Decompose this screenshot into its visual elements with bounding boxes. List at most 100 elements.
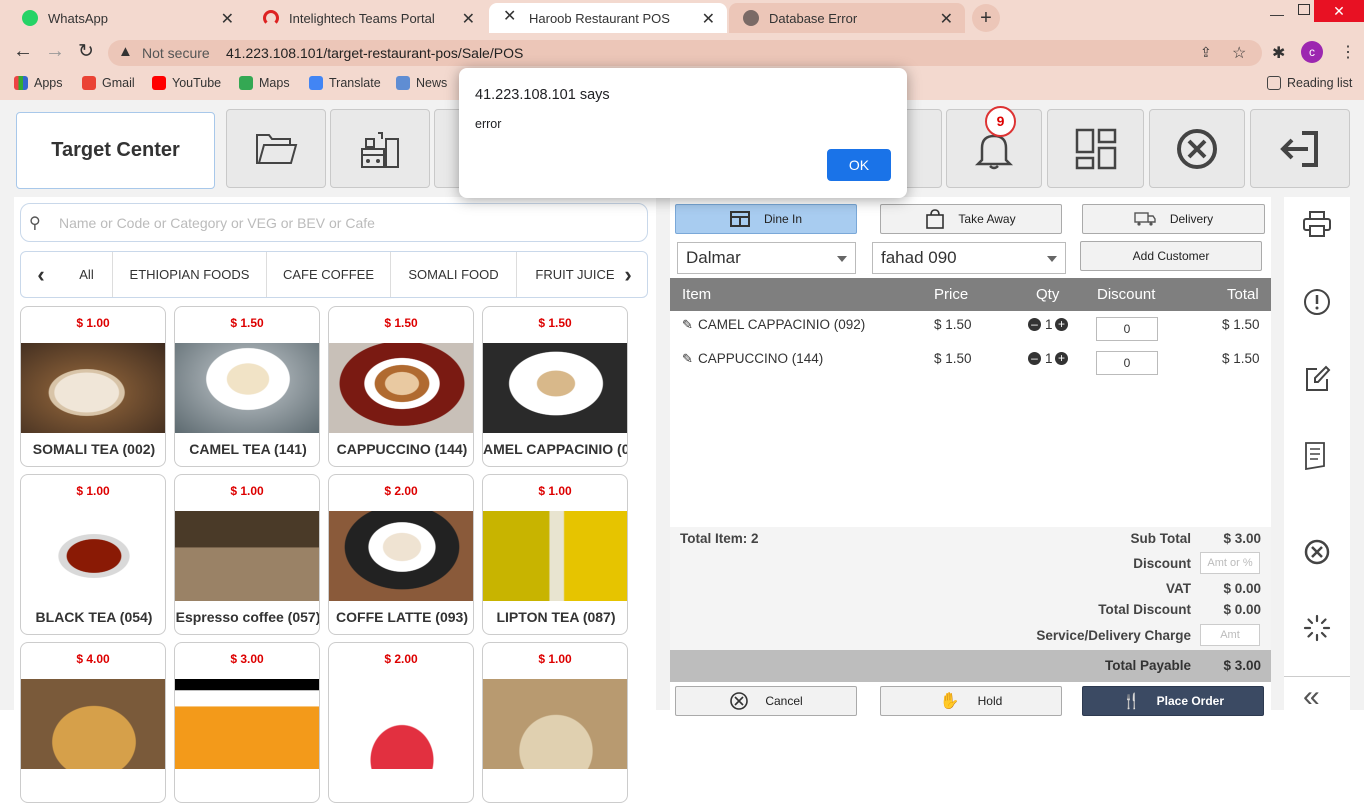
product-image xyxy=(329,511,473,601)
category-somali-food[interactable]: SOMALI FOOD xyxy=(391,252,517,297)
tab-database-error[interactable]: Database Error ✕ xyxy=(729,3,965,33)
product-card[interactable]: $ 1.00 LIPTON TEA (087) xyxy=(482,474,628,635)
close-tab-icon[interactable]: ✕ xyxy=(221,9,234,29)
product-card[interactable]: $ 2.00 COFFE LATTE (093) xyxy=(328,474,474,635)
bookmark-apps[interactable]: Apps xyxy=(14,76,63,90)
minus-circle-icon[interactable]: – xyxy=(1028,318,1041,331)
edit-icon[interactable] xyxy=(1303,365,1331,398)
order-discount-input[interactable]: Amt or % xyxy=(1200,552,1260,574)
minus-circle-icon[interactable]: – xyxy=(1028,352,1041,365)
category-next-button[interactable]: › xyxy=(613,252,643,297)
category-prev-button[interactable]: ‹ xyxy=(21,252,61,297)
close-circle-icon[interactable] xyxy=(1303,538,1331,571)
bookmark-translate[interactable]: Translate xyxy=(309,76,381,90)
order-item-name: CAMEL CAPPACINIO (092) xyxy=(698,317,866,332)
alert-circle-icon[interactable] xyxy=(1303,288,1331,321)
product-card[interactable]: $ 1.00 xyxy=(482,642,628,803)
menu-icon[interactable]: ⋮ xyxy=(1340,42,1356,62)
reload-icon[interactable]: ↻ xyxy=(78,40,94,63)
tab-teams-portal[interactable]: Intelightech Teams Portal ✕ xyxy=(249,3,487,33)
logout-button[interactable] xyxy=(1250,109,1350,188)
discount-input[interactable]: 0 xyxy=(1096,351,1158,375)
kitchen-button[interactable] xyxy=(330,109,430,188)
new-tab-button[interactable]: + xyxy=(972,4,1000,32)
notifications-button[interactable]: 9 xyxy=(946,106,1042,188)
product-search-input[interactable]: ⚲ Name or Code or Category or VEG or BEV… xyxy=(20,203,648,242)
bookmark-youtube[interactable]: YouTube xyxy=(152,76,221,90)
close-tab-icon[interactable]: ✕ xyxy=(462,9,475,29)
product-card[interactable]: $ 2.00 xyxy=(328,642,474,803)
bookmark-news[interactable]: News xyxy=(396,76,447,90)
dialog-title: 41.223.108.101 says xyxy=(475,87,610,103)
url-field[interactable]: ▲ Not secure 41.223.108.101/target-resta… xyxy=(108,40,1262,66)
edit-pencil-icon[interactable]: ✎ xyxy=(682,351,693,367)
category-all[interactable]: All xyxy=(61,252,113,297)
share-icon[interactable]: ⇪ xyxy=(1200,44,1212,61)
product-card[interactable]: $ 3.00 xyxy=(174,642,320,803)
gmail-icon xyxy=(82,76,96,90)
waiter-select[interactable]: fahad 090 xyxy=(872,242,1066,274)
kitchen-icon xyxy=(361,131,399,168)
category-cafe-coffee[interactable]: CAFE COFFEE xyxy=(267,252,391,297)
tab-label: WhatsApp xyxy=(48,10,108,26)
tab-whatsapp[interactable]: WhatsApp ✕ xyxy=(8,3,246,33)
discount-label: Discount xyxy=(1133,556,1191,571)
cancel-order-button[interactable]: Cancel xyxy=(675,686,857,716)
product-card[interactable]: $ 1.50 AMEL CAPPACINIO (09 xyxy=(482,306,628,467)
headset-icon xyxy=(263,10,279,26)
product-price: $ 1.00 xyxy=(538,484,572,498)
table-select[interactable]: Dalmar xyxy=(677,242,856,274)
product-card[interactable]: $ 4.00 xyxy=(20,642,166,803)
restore-icon[interactable] xyxy=(1298,4,1310,15)
vat-label: VAT xyxy=(1166,581,1191,596)
product-name: SOMALI TEA (002) xyxy=(32,441,156,457)
open-folder-button[interactable] xyxy=(226,109,326,188)
bookmark-gmail[interactable]: Gmail xyxy=(82,76,135,90)
close-session-button[interactable] xyxy=(1149,109,1245,188)
plus-circle-icon[interactable]: + xyxy=(1055,318,1068,331)
service-charge-input[interactable]: Amt xyxy=(1200,624,1260,646)
collapse-double-chevron-icon[interactable]: « xyxy=(1303,682,1320,712)
url-text: 41.223.108.101/target-restaurant-pos/Sal… xyxy=(226,45,524,61)
add-customer-button[interactable]: Add Customer xyxy=(1080,241,1262,271)
plus-circle-icon[interactable]: + xyxy=(1055,352,1068,365)
table-value: Dalmar xyxy=(686,248,741,267)
forward-arrow-icon[interactable]: → xyxy=(45,40,65,63)
category-ethiopian-foods[interactable]: ETHIOPIAN FOODS xyxy=(113,252,267,297)
extensions-icon[interactable]: ✱ xyxy=(1272,43,1285,63)
dine-in-button[interactable]: Dine In xyxy=(675,204,857,234)
total-discount-label: Total Discount xyxy=(1098,602,1191,617)
discount-input[interactable]: 0 xyxy=(1096,317,1158,341)
dialog-ok-button[interactable]: OK xyxy=(827,149,891,181)
close-tab-icon[interactable]: ✕ xyxy=(940,9,953,29)
product-card[interactable]: $ 1.50 CAMEL TEA (141) xyxy=(174,306,320,467)
brand-button[interactable]: Target Center xyxy=(16,112,215,189)
edit-pencil-icon[interactable]: ✎ xyxy=(682,317,693,333)
reading-list[interactable]: Reading list xyxy=(1267,76,1352,90)
product-image xyxy=(483,511,627,601)
close-tab-icon[interactable]: ✕ xyxy=(702,9,715,29)
receipt-icon[interactable] xyxy=(1303,442,1327,475)
hold-order-button[interactable]: ✋ Hold xyxy=(880,686,1062,716)
product-card[interactable]: $ 1.00 SOMALI TEA (002) xyxy=(20,306,166,467)
product-card[interactable]: $ 1.50 CAPPUCCINO (144) xyxy=(328,306,474,467)
product-card[interactable]: $ 1.00 Espresso coffee (057) xyxy=(174,474,320,635)
dashboard-button[interactable] xyxy=(1047,109,1144,188)
tab-restaurant-pos[interactable]: ✕ Haroob Restaurant POS ✕ xyxy=(489,3,727,33)
order-table-header: Item Price Qty Discount Total xyxy=(670,278,1271,311)
bookmark-maps[interactable]: Maps xyxy=(239,76,290,90)
take-away-label: Take Away xyxy=(958,212,1016,226)
star-icon[interactable]: ☆ xyxy=(1232,43,1246,63)
close-window-icon[interactable]: ✕ xyxy=(1314,0,1364,22)
place-order-button[interactable]: 🍴 Place Order xyxy=(1082,686,1264,716)
take-away-button[interactable]: Take Away xyxy=(880,204,1062,234)
profile-avatar[interactable]: c xyxy=(1301,41,1323,63)
back-arrow-icon[interactable]: ← xyxy=(13,40,33,63)
print-icon[interactable] xyxy=(1303,211,1331,242)
minimize-icon[interactable]: — xyxy=(1270,6,1284,22)
product-card[interactable]: $ 1.00 BLACK TEA (054) xyxy=(20,474,166,635)
delivery-button[interactable]: Delivery xyxy=(1082,204,1265,234)
logout-icon xyxy=(1280,130,1318,167)
globe-icon xyxy=(743,10,759,26)
column-item: Item xyxy=(682,286,712,303)
